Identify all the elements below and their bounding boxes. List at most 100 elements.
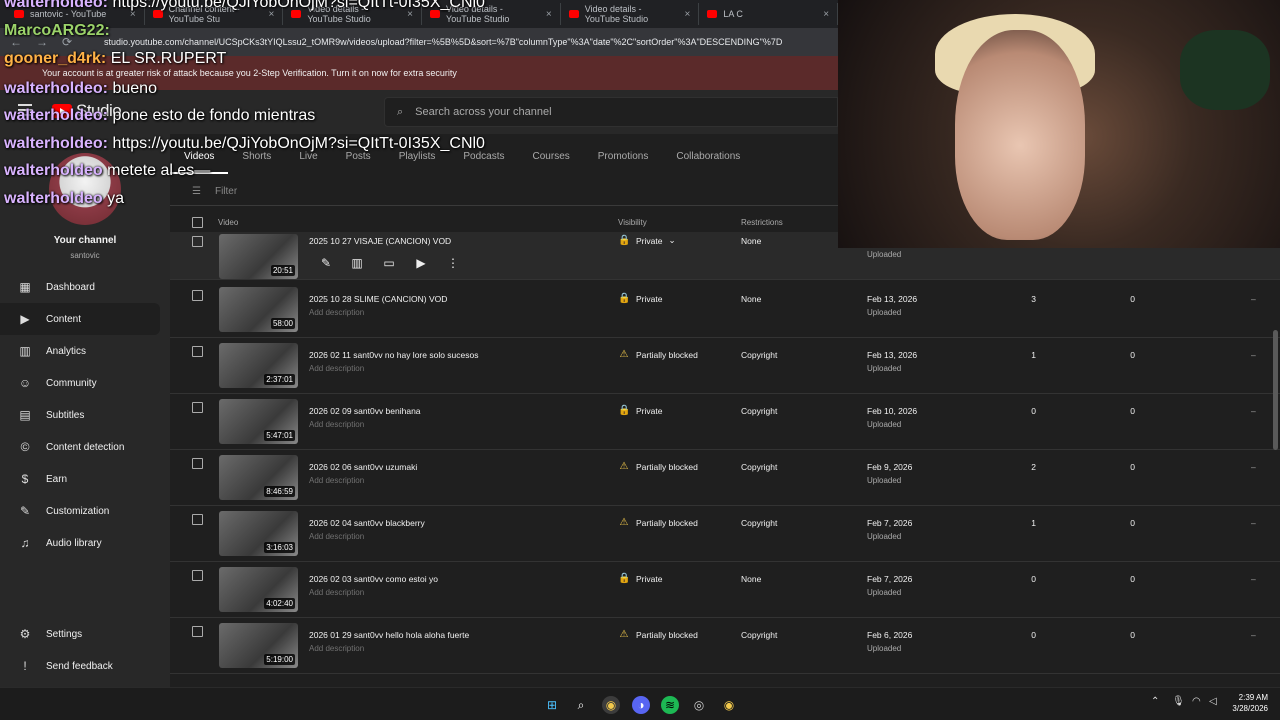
sidebar-item-content[interactable]: ▶ Content <box>0 303 160 335</box>
windows-start-icon[interactable]: ⊞ <box>543 696 561 714</box>
video-description[interactable]: Add description <box>309 532 364 541</box>
date-cell: Feb 10, 2026 <box>867 406 918 416</box>
visibility-cell[interactable]: ⚠ Partially blocked <box>618 629 698 640</box>
visibility-cell[interactable]: ⚠ Partially blocked <box>618 517 698 528</box>
scrollbar[interactable] <box>1273 330 1278 450</box>
analytics-icon[interactable]: ▥ <box>349 256 365 270</box>
video-title[interactable]: 2025 10 27 VISAJE (CANCION) VOD <box>309 236 451 246</box>
visibility-cell[interactable]: ⚠ Partially blocked <box>618 349 698 360</box>
video-title[interactable]: 2025 10 28 SLIME (CANCION) VOD <box>309 294 447 304</box>
tab-posts[interactable]: Posts <box>332 151 385 174</box>
sidebar-item-analytics[interactable]: ▥ Analytics <box>0 335 160 367</box>
visibility-cell[interactable]: 🔒 Private <box>618 293 662 304</box>
discord-icon[interactable]: ◑ <box>632 696 650 714</box>
filter-icon[interactable]: ☰ <box>192 186 201 197</box>
video-title[interactable]: 2026 02 09 sant0vv benihana <box>309 406 421 416</box>
likes-cell: – <box>1251 406 1256 416</box>
row-checkbox[interactable] <box>192 346 203 357</box>
video-thumbnail[interactable]: 5:47:01 <box>219 399 298 444</box>
taskbar-search-icon[interactable]: ⌕ <box>572 696 590 714</box>
chevron-down-icon[interactable]: ⌄ <box>668 235 675 246</box>
close-tab-icon[interactable]: × <box>546 9 552 20</box>
table-row[interactable]: 4:02:40 2026 02 03 sant0vv como estoi yo A… <box>170 562 1280 618</box>
sidebar-item-send-feedback[interactable]: ! Send feedback <box>0 650 160 682</box>
video-description[interactable]: Add description <box>309 588 364 597</box>
sidebar-item-community[interactable]: ☺ Community <box>0 367 160 399</box>
tab-collaborations[interactable]: Collaborations <box>662 151 754 174</box>
table-row[interactable]: 5:19:00 2026 01 29 sant0vv hello hola alo… <box>170 618 1280 674</box>
tab-live[interactable]: Live <box>285 151 331 174</box>
sidebar-item-earn[interactable]: $ Earn <box>0 463 160 495</box>
video-title[interactable]: 2026 02 04 sant0vv blackberry <box>309 518 425 528</box>
table-row[interactable]: 8:46:59 2026 02 06 sant0vv uzumaki Add des… <box>170 450 1280 506</box>
row-checkbox[interactable] <box>192 626 203 637</box>
video-description[interactable]: Add description <box>309 420 364 429</box>
video-thumbnail[interactable]: 58:00 <box>219 287 298 332</box>
microphone-icon[interactable]: 🎙 <box>1172 696 1185 707</box>
comments-icon[interactable]: ▭ <box>381 256 397 270</box>
browser-tab[interactable]: LA C × <box>699 3 839 25</box>
volume-icon[interactable]: ◁ <box>1209 696 1217 707</box>
video-thumbnail[interactable]: 20:51 <box>219 234 298 279</box>
edit-icon[interactable]: ✎ <box>318 256 334 270</box>
row-checkbox[interactable] <box>192 402 203 413</box>
sidebar-item-subtitles[interactable]: ▤ Subtitles <box>0 399 160 431</box>
more-options-icon[interactable]: ⋮ <box>445 256 461 270</box>
video-title[interactable]: 2026 02 11 sant0vv no hay lore solo suce… <box>309 350 478 360</box>
video-description[interactable]: Add description <box>309 644 364 653</box>
video-description[interactable]: Add description <box>309 364 364 373</box>
chrome-profile-icon[interactable]: ◉ <box>720 696 738 714</box>
tab-podcasts[interactable]: Podcasts <box>449 151 518 174</box>
table-row[interactable]: 58:00 2025 10 28 SLIME (CANCION) VOD Add d… <box>170 282 1280 338</box>
video-thumbnail[interactable]: 5:19:00 <box>219 623 298 668</box>
video-title[interactable]: 2026 02 06 sant0vv uzumaki <box>309 462 417 472</box>
upload-status: Uploaded <box>867 588 902 597</box>
row-checkbox[interactable] <box>192 514 203 525</box>
lock-icon: 🔒 <box>618 405 631 416</box>
sidebar-item-settings[interactable]: ⚙ Settings <box>0 618 160 650</box>
row-checkbox[interactable] <box>192 570 203 581</box>
chrome-icon[interactable]: ◉ <box>602 696 620 714</box>
close-tab-icon[interactable]: × <box>823 9 829 20</box>
sidebar-item-label: Dashboard <box>46 281 95 293</box>
video-thumbnail[interactable]: 4:02:40 <box>219 567 298 612</box>
row-checkbox[interactable] <box>192 290 203 301</box>
visibility-cell[interactable]: 🔒 Private <box>618 573 662 584</box>
youtube-favicon-icon <box>707 10 718 18</box>
video-title[interactable]: 2026 01 29 sant0vv hello hola aloha fuer… <box>309 630 469 640</box>
row-checkbox[interactable] <box>192 236 203 247</box>
tray-expand-icon[interactable]: ⌃ <box>1151 696 1159 707</box>
system-clock[interactable]: 2:39 AM 3/28/2026 <box>1232 692 1268 714</box>
table-row[interactable]: 5:47:01 2026 02 09 sant0vv benihana Add de… <box>170 394 1280 450</box>
video-description[interactable]: Add description <box>309 308 364 317</box>
wifi-icon[interactable]: ◠ <box>1192 696 1201 707</box>
visibility-cell[interactable]: 🔒 Private <box>618 405 662 416</box>
search-input[interactable]: ⌕ Search across your channel <box>384 97 838 127</box>
youtube-play-icon[interactable]: ▶ <box>413 256 429 270</box>
header-restrictions: Restrictions <box>741 218 783 227</box>
sidebar-item-customization[interactable]: ✎ Customization <box>0 495 160 527</box>
obs-icon[interactable]: ◎ <box>690 696 708 714</box>
sidebar-item-audio-library[interactable]: ♫ Audio library <box>0 527 160 559</box>
video-thumbnail[interactable]: 3:16:03 <box>219 511 298 556</box>
tab-courses[interactable]: Courses <box>519 151 584 174</box>
close-tab-icon[interactable]: × <box>685 9 691 20</box>
row-checkbox[interactable] <box>192 458 203 469</box>
browser-tab[interactable]: Video details - YouTube Studio × <box>561 3 700 25</box>
table-row[interactable]: 2:37:01 2026 02 11 sant0vv no hay lore so… <box>170 338 1280 394</box>
sidebar-item-dashboard[interactable]: ▦ Dashboard <box>0 271 160 303</box>
sidebar-item-content-detection[interactable]: © Content detection <box>0 431 160 463</box>
video-thumbnail[interactable]: 8:46:59 <box>219 455 298 500</box>
select-all-checkbox[interactable] <box>192 217 203 228</box>
tab-promotions[interactable]: Promotions <box>584 151 663 174</box>
tab-playlists[interactable]: Playlists <box>385 151 450 174</box>
visibility-cell[interactable]: ⚠ Partially blocked <box>618 461 698 472</box>
tab-shorts[interactable]: Shorts <box>228 151 285 174</box>
visibility-cell[interactable]: 🔒 Private ⌄ <box>618 235 676 246</box>
table-row[interactable]: 3:16:03 2026 02 04 sant0vv blackberry Add … <box>170 506 1280 562</box>
spotify-icon[interactable]: ≋ <box>661 696 679 714</box>
video-description[interactable]: Add description <box>309 476 364 485</box>
url-text[interactable]: studio.youtube.com/channel/UCSpCKs3tYIQL… <box>90 37 782 47</box>
video-title[interactable]: 2026 02 03 sant0vv como estoi yo <box>309 574 438 584</box>
video-thumbnail[interactable]: 2:37:01 <box>219 343 298 388</box>
